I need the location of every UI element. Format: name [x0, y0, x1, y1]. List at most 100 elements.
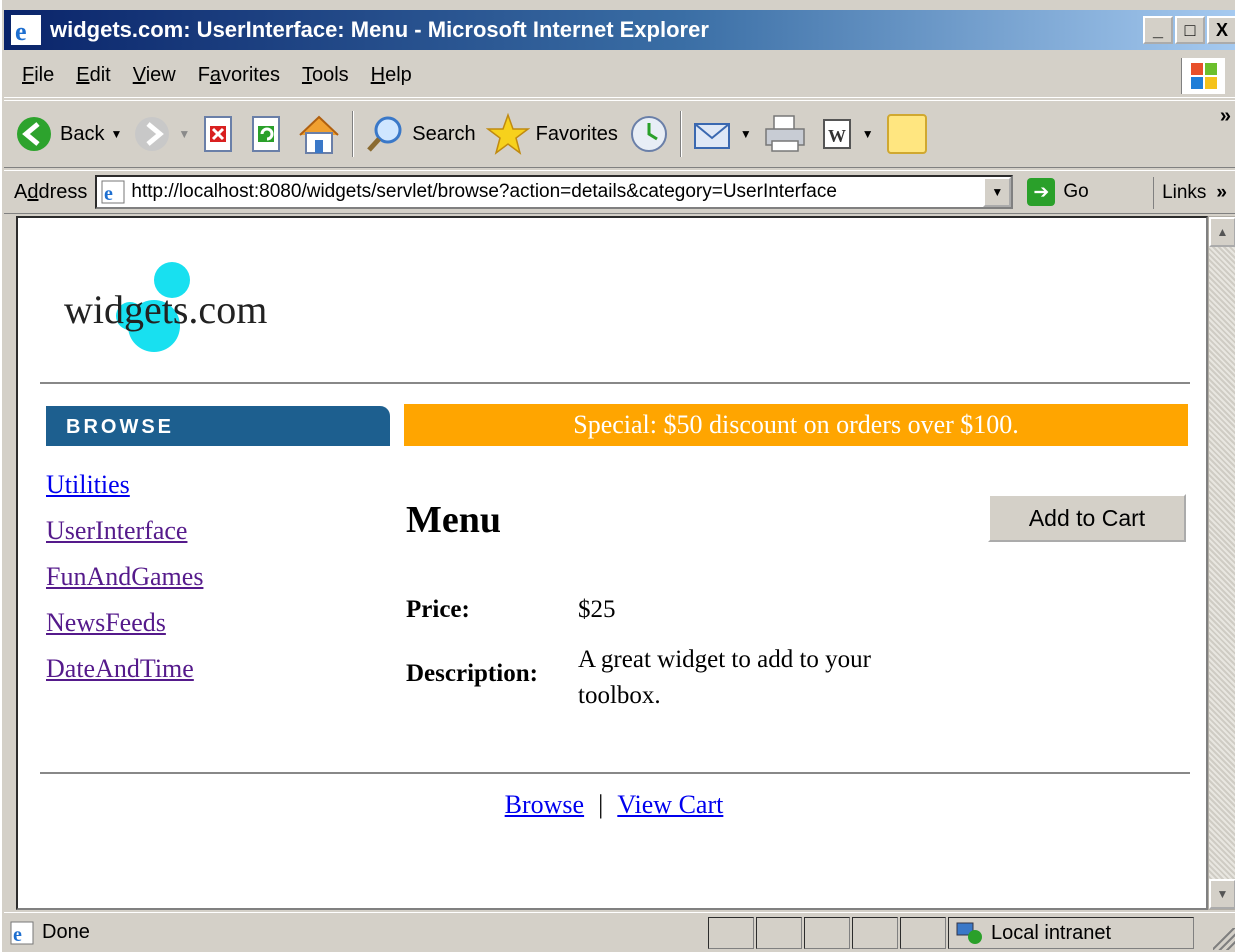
back-dropdown-icon[interactable]: ▼	[110, 127, 122, 141]
address-input[interactable]: e http://localhost:8080/widgets/servlet/…	[95, 175, 1014, 209]
printer-icon	[765, 115, 805, 152]
description-value: A great widget to add to your toolbox.	[578, 642, 871, 714]
address-label: Address	[14, 180, 88, 203]
favorites-label: Favorites	[535, 122, 618, 145]
toolbar: Back ▼ ▼ Search Favorites ▼ W ▼ »	[4, 100, 1235, 168]
close-button[interactable]: X	[1207, 16, 1235, 44]
mail-icon	[693, 123, 730, 149]
footer-view-cart-link[interactable]: View Cart	[617, 790, 723, 819]
browser-window: e widgets.com: UserInterface: Menu - Mic…	[0, 0, 1235, 952]
special-offer-banner: Special: $50 discount on orders over $10…	[404, 404, 1188, 446]
refresh-button[interactable]	[248, 114, 286, 154]
go-button[interactable]: ➔ Go	[1027, 178, 1089, 206]
address-url: http://localhost:8080/widgets/servlet/br…	[131, 181, 837, 202]
status-pane	[852, 917, 898, 949]
links-button[interactable]: Links »	[1153, 177, 1227, 209]
print-button[interactable]	[762, 113, 808, 155]
back-button[interactable]: Back ▼	[14, 114, 122, 154]
stop-button[interactable]	[200, 114, 238, 154]
category-link-funandgames[interactable]: FunAndGames	[46, 554, 203, 600]
status-text: Done	[42, 921, 90, 943]
menu-view[interactable]: View	[133, 64, 176, 87]
back-label: Back	[60, 122, 105, 145]
windows-logo-icon	[1181, 58, 1225, 94]
back-arrow-icon	[17, 117, 51, 151]
toolbar-separator	[679, 111, 682, 157]
menu-file[interactable]: File	[22, 64, 54, 87]
menu-tools[interactable]: Tools	[302, 64, 349, 87]
svg-text:e: e	[13, 924, 22, 945]
scroll-up-icon[interactable]: ▲	[1209, 217, 1235, 247]
links-more-chevron[interactable]: »	[1216, 182, 1227, 204]
edit-dropdown-icon[interactable]: ▼	[862, 127, 874, 141]
status-bar: e Done Local intranet	[4, 912, 1235, 952]
status-panes	[708, 917, 948, 949]
edit-button[interactable]: W ▼	[818, 115, 874, 153]
page-content: widgets.com BROWSE Utilities UserInterfa…	[16, 216, 1208, 910]
resize-grip-icon[interactable]	[1213, 928, 1235, 950]
title-bar[interactable]: e widgets.com: UserInterface: Menu - Mic…	[4, 10, 1235, 50]
add-to-cart-button[interactable]: Add to Cart	[988, 494, 1186, 542]
forward-button[interactable]: ▼	[132, 114, 190, 154]
search-button[interactable]: Search	[364, 113, 476, 155]
price-value: $25	[578, 596, 616, 623]
local-intranet-icon	[956, 922, 982, 944]
status-pane	[804, 917, 850, 949]
go-label: Go	[1063, 181, 1089, 202]
mail-button[interactable]: ▼	[692, 114, 752, 154]
status-pane	[900, 917, 946, 949]
window-title: widgets.com: UserInterface: Menu - Micro…	[50, 17, 709, 42]
word-icon: W	[822, 119, 851, 149]
links-label: Links	[1162, 182, 1207, 203]
star-icon	[485, 112, 530, 155]
status-pane	[756, 917, 802, 949]
description-line-1: A great widget to add to your	[578, 646, 871, 673]
status-pane	[708, 917, 754, 949]
note-icon	[886, 114, 927, 154]
page-icon: e	[101, 180, 125, 204]
svg-text:e: e	[104, 183, 113, 204]
category-link-dateandtime[interactable]: DateAndTime	[46, 646, 203, 692]
mail-dropdown-icon[interactable]: ▼	[740, 127, 752, 141]
price-label: Price:	[406, 596, 470, 623]
category-link-userinterface[interactable]: UserInterface	[46, 508, 203, 554]
security-zone[interactable]: Local intranet	[948, 917, 1194, 949]
address-bar: Address e http://localhost:8080/widgets/…	[4, 170, 1235, 214]
description-label: Description:	[406, 660, 538, 687]
history-button[interactable]	[628, 113, 670, 155]
toolbar-more-chevron[interactable]: »	[1220, 105, 1231, 128]
svg-text:e: e	[15, 17, 27, 46]
forward-dropdown-icon[interactable]: ▼	[178, 127, 190, 141]
maximize-button[interactable]: □	[1175, 16, 1205, 44]
vertical-scrollbar[interactable]: ▲ ▼	[1208, 216, 1235, 910]
menu-help[interactable]: Help	[371, 64, 412, 87]
ie-icon: e	[11, 15, 41, 46]
product-title: Menu	[406, 499, 501, 541]
home-button[interactable]	[296, 113, 342, 155]
footer-browse-link[interactable]: Browse	[505, 790, 584, 819]
header-divider	[40, 382, 1190, 384]
stop-icon	[204, 116, 233, 152]
footer-divider	[40, 772, 1190, 774]
category-link-newsfeeds[interactable]: NewsFeeds	[46, 600, 203, 646]
menu-edit[interactable]: Edit	[76, 64, 110, 87]
refresh-icon	[252, 116, 281, 152]
minimize-button[interactable]: _	[1143, 16, 1173, 44]
page-done-icon: e	[10, 921, 34, 945]
search-icon	[367, 116, 402, 152]
favorites-button[interactable]: Favorites	[485, 112, 618, 156]
toolbar-separator	[352, 111, 355, 157]
menu-favorites[interactable]: Favorites	[198, 64, 280, 87]
category-link-utilities[interactable]: Utilities	[46, 462, 203, 508]
category-list: Utilities UserInterface FunAndGames News…	[46, 462, 203, 692]
description-line-2: toolbox.	[578, 682, 661, 709]
menu-bar: File Edit View Favorites Tools Help	[4, 54, 1235, 98]
discuss-button[interactable]	[884, 111, 930, 157]
address-dropdown-icon[interactable]: ▼	[983, 177, 1012, 207]
search-label: Search	[412, 122, 476, 145]
scroll-down-icon[interactable]: ▼	[1209, 879, 1235, 909]
site-logo[interactable]: widgets.com	[58, 256, 358, 356]
zone-label: Local intranet	[991, 921, 1112, 944]
history-icon	[630, 116, 667, 152]
logo-text: widgets.com	[64, 287, 268, 332]
